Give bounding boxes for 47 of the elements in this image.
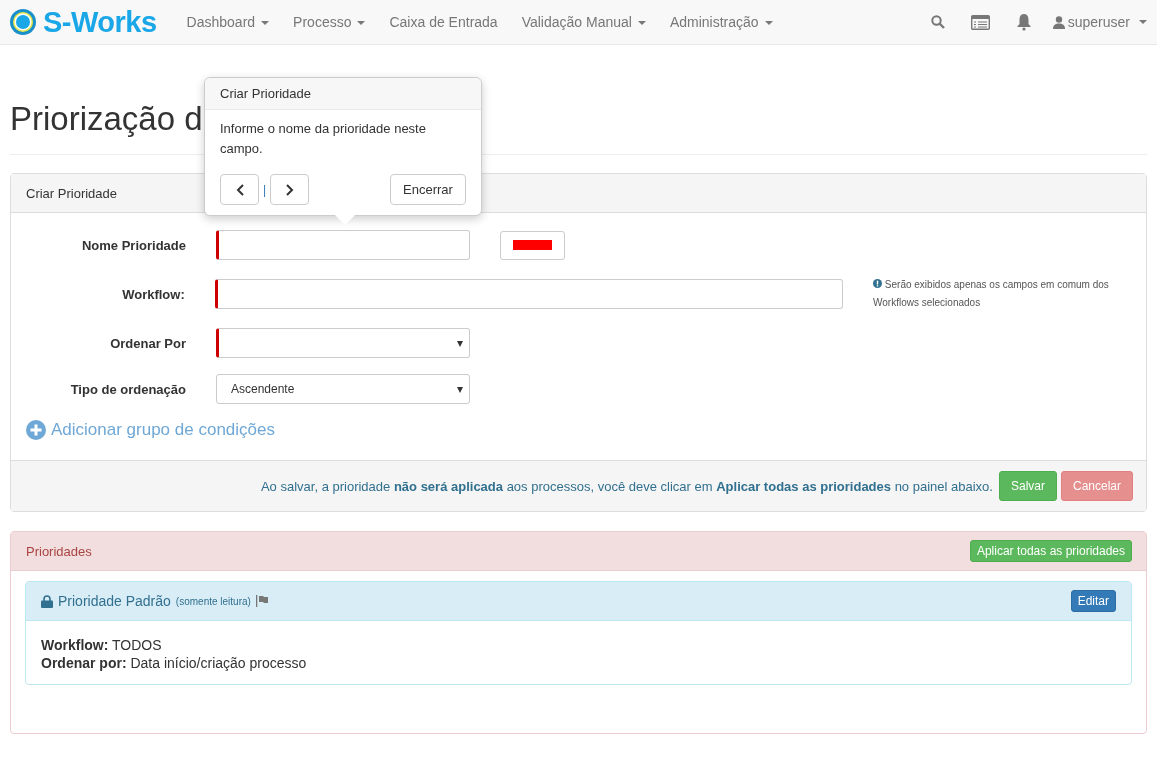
previous-button[interactable] xyxy=(220,174,259,205)
search-icon[interactable] xyxy=(930,15,945,29)
chevron-left-icon xyxy=(235,183,244,196)
priority-title: Prioridade Padrão xyxy=(58,593,171,609)
info-icon xyxy=(873,279,883,288)
popover-title: Criar Prioridade xyxy=(205,78,481,110)
select-field[interactable]: Ascendente xyxy=(216,374,470,404)
save-button[interactable]: Salvar xyxy=(998,471,1057,501)
user-icon xyxy=(1052,15,1065,29)
panel-title: Criar Prioridade xyxy=(26,185,118,201)
input-field[interactable] xyxy=(214,279,844,309)
nav-menu-item[interactable]: Dashboard xyxy=(174,14,282,30)
select-field[interactable] xyxy=(216,328,470,358)
flag-icon xyxy=(255,595,268,607)
detail-line: Ordenar por: Data início/criação processo xyxy=(41,654,308,672)
apply-all-button[interactable]: Aplicar todas as prioridades xyxy=(969,540,1132,562)
list-card-icon[interactable] xyxy=(970,14,990,30)
edit-button[interactable]: Editar xyxy=(1070,590,1116,612)
end-tour-button[interactable]: Encerrar xyxy=(390,174,466,205)
field-label: Workflow: xyxy=(121,286,186,302)
nav-menu-item[interactable]: Processo xyxy=(281,14,378,30)
detail-line: Workflow: TODOS xyxy=(41,636,163,654)
cancel-button[interactable]: Cancelar xyxy=(1060,471,1133,501)
input-field[interactable] xyxy=(216,230,470,260)
nav-menu-item[interactable]: Caixa de Entrada xyxy=(377,14,510,30)
read-only-note: (somente leitura) xyxy=(175,595,251,607)
bell-icon[interactable] xyxy=(1015,13,1032,31)
add-condition-group-link[interactable]: Adicionar grupo de condições xyxy=(26,420,1131,440)
page-title: Priorização d xyxy=(10,99,203,139)
chevron-right-icon xyxy=(285,183,294,196)
plus-circle-icon xyxy=(26,420,46,440)
user-menu[interactable]: superuser xyxy=(1052,14,1147,30)
lock-icon xyxy=(41,594,53,608)
field-label: Tipo de ordenação xyxy=(69,381,187,397)
next-button[interactable] xyxy=(270,174,310,205)
separator-mark: | xyxy=(263,182,267,197)
nav-menu-item[interactable]: Administração xyxy=(657,14,785,30)
help-text: Serão exibidos apenas os campos em comum dos Workflows selecionados xyxy=(873,278,1110,310)
field-label: Nome Prioridade xyxy=(80,237,187,253)
nav-menu-item[interactable]: Validação Manual xyxy=(509,14,658,30)
popover-text: Informe o nome da prioridade neste campo. xyxy=(219,120,427,158)
field-label: Ordenar Por xyxy=(109,335,187,351)
panel-title: Prioridades xyxy=(26,543,92,559)
brand-name[interactable]: S-Works xyxy=(43,5,157,39)
ring-logo-icon xyxy=(8,7,38,37)
color-picker-button[interactable] xyxy=(500,230,565,260)
footer-note: Ao salvar, a prioridade não será aplicada aos processos, você deve clicar em Aplicar todas as prioridades no painel abaixo. xyxy=(260,478,993,494)
